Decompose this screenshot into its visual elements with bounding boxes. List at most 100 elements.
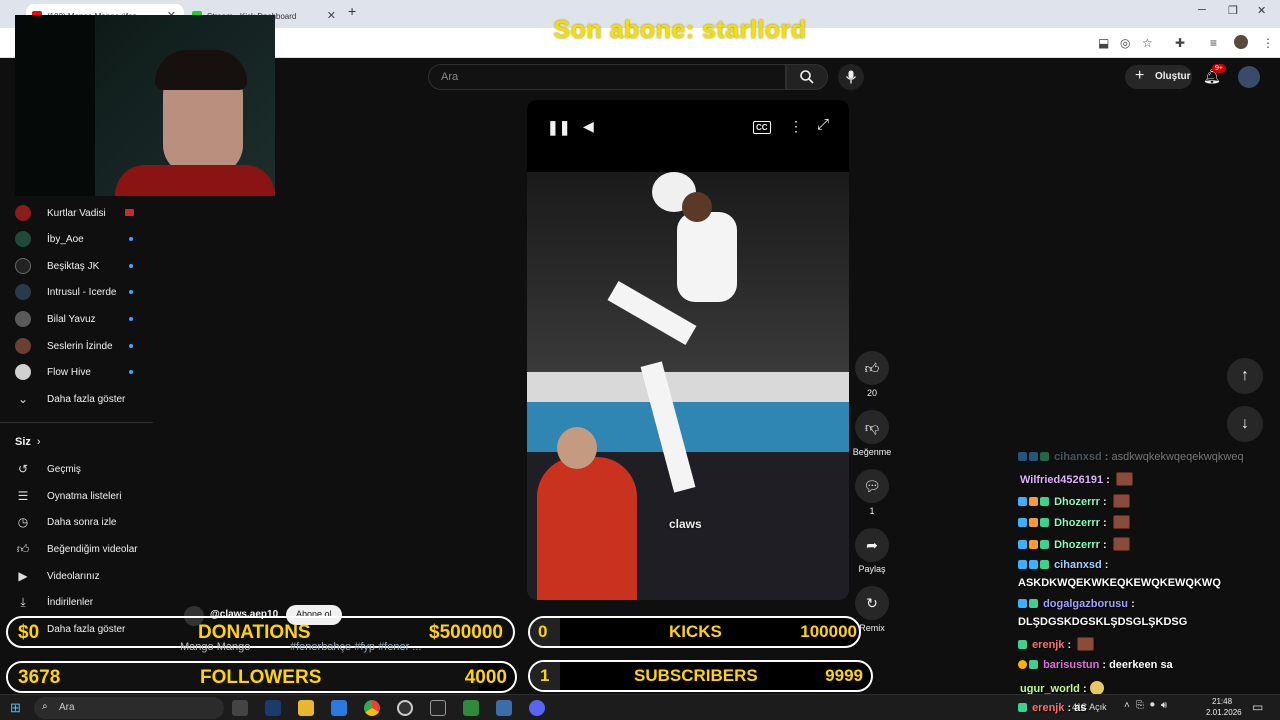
chat-username: Wilfried4526191 [1020, 474, 1104, 486]
eye-off-icon[interactable]: ◎ [1120, 36, 1130, 50]
discord-icon[interactable] [529, 700, 545, 716]
subscribers-label: SUBSCRIBERS [634, 666, 758, 685]
profile-avatar[interactable] [1234, 35, 1248, 49]
sidebar-channel-intrusul[interactable]: Intrusul - Icerde [15, 282, 145, 302]
chat-message: barisustun : deerkeen sa [1018, 659, 1173, 671]
search-input[interactable]: Ara [428, 64, 786, 90]
task-view-icon[interactable] [232, 700, 248, 716]
notifications-button[interactable]: 🔔︎ 9+ [1200, 64, 1226, 88]
notification-center-icon[interactable]: ▭ [1252, 700, 1263, 714]
sidebar-show-more-2[interactable]: Daha fazla göster [15, 619, 145, 639]
chat-message: cihanxsd : asdkwqkekwqeqekwqkweq [1018, 451, 1244, 463]
sidebar-channel-bilal-yavuz[interactable]: Bilal Yavuz [15, 309, 145, 329]
followers-goal: 4000 [464, 667, 507, 688]
minimize-button[interactable]: ─ [1198, 4, 1206, 16]
emote-icon [1077, 637, 1095, 651]
comments-button[interactable]: 💬︎ [855, 469, 889, 503]
obs-icon[interactable] [397, 700, 413, 716]
sidebar-item-watch-later[interactable]: ◷ Daha sonra izle [15, 512, 145, 532]
more-options-icon[interactable]: ⋮ [789, 118, 803, 135]
video-frame: claws [527, 172, 849, 600]
media-icon[interactable]: ≡ [1210, 36, 1217, 50]
chevron-right-icon: › [36, 436, 41, 448]
sidebar-item-label: Beğendiğim videolar [47, 543, 138, 555]
chat-text: deerkeen sa [1109, 659, 1173, 671]
next-short-button[interactable]: ↓ [1227, 406, 1263, 442]
search-button[interactable] [786, 64, 828, 90]
chrome-icon[interactable] [364, 700, 380, 716]
arrow-down-icon: ↓ [1241, 415, 1249, 432]
sidebar-item-liked-videos[interactable]: 👍︎ Beğendiğim videolar [15, 539, 145, 559]
microphone-icon [845, 70, 857, 84]
store-icon[interactable] [331, 700, 347, 716]
dislike-button[interactable]: 👎︎ [855, 410, 889, 444]
sidebar-channel-kurtlar-vadisi[interactable]: Kurtlar Vadisi [15, 203, 145, 223]
extensions-icon[interactable]: ✚ [1175, 36, 1185, 50]
sidebar-item-your-videos[interactable]: ▶ Videolarınız [15, 566, 145, 586]
video-title: Mango Mango [180, 641, 251, 653]
sidebar-show-more[interactable]: ⌄ Daha fazla göster [15, 389, 145, 409]
video-hashtags[interactable]: #fenerbahçe #fyp #fener ... [290, 641, 421, 653]
close-window-button[interactable]: ✕ [1257, 4, 1266, 17]
chat-message: Dhozerrr : [1018, 494, 1130, 508]
fullscreen-icon[interactable]: ⤢ [817, 116, 829, 133]
taskbar-search[interactable]: ⌕ Ara [34, 697, 224, 719]
chat-username: erenjk [1032, 702, 1065, 714]
like-button[interactable]: 👍︎ [855, 351, 889, 385]
share-icon: ➦ [866, 537, 878, 553]
sidebar-you-header[interactable]: Siz › [15, 432, 145, 452]
followers-goal-bar: 3678 FOLLOWERS 4000 [6, 661, 517, 693]
subscribers-goal-bar: 1 SUBSCRIBERS 9999 [528, 660, 873, 692]
chat-badge-icon [1029, 540, 1038, 549]
app-icon-2[interactable] [496, 700, 512, 716]
sidebar-channel-iby-aoe[interactable]: İby_Aoe [15, 229, 145, 249]
account-avatar[interactable] [1238, 66, 1260, 88]
kicks-current: 0 [538, 622, 548, 641]
new-tab-button[interactable]: + [348, 3, 356, 19]
thumb-up-icon: 👍︎ [16, 541, 30, 556]
menu-dots-icon[interactable]: ⋮ [1262, 36, 1274, 50]
kicks-goal-bar: 0 KICKS 100000 [528, 616, 861, 648]
comment-icon: 💬︎ [863, 478, 881, 494]
file-explorer-icon[interactable] [298, 700, 314, 716]
close-tab-icon[interactable]: ✕ [327, 9, 336, 22]
sidebar-item-downloads[interactable]: ⤓ İndirilenler [15, 592, 145, 612]
sidebar-item-label: Oynatma listeleri [47, 490, 122, 502]
new-content-dot [129, 344, 133, 348]
followers-current: 3678 [18, 667, 61, 688]
chat-username: Dhozerrr [1054, 517, 1100, 529]
pause-icon[interactable]: ❚❚ [547, 119, 570, 136]
sidebar-item-history[interactable]: ↺ Geçmiş [15, 459, 145, 479]
show-more-label: Daha fazla göster [47, 393, 126, 405]
clock-date[interactable]: 2.01.2026 [1206, 708, 1242, 717]
app-icon[interactable] [463, 700, 479, 716]
create-button[interactable]: + Oluştur [1125, 65, 1192, 89]
previous-short-button[interactable]: ↑ [1227, 358, 1263, 394]
shorts-video-player[interactable]: claws ❚❚ ◀︎ CC ⋮ ⤢ [527, 100, 849, 600]
windows-start-icon[interactable]: ⊞ [10, 700, 21, 716]
sidebar-channel-flow-hive[interactable]: Flow Hive [15, 362, 145, 382]
clock-time[interactable]: 21:48 [1212, 697, 1232, 706]
tray-icons[interactable]: ˄⎘⏺🔊︎ [1124, 700, 1173, 711]
steam-icon[interactable] [265, 700, 281, 716]
install-icon[interactable]: ⬓ [1098, 36, 1109, 50]
chat-username: Dhozerrr [1054, 496, 1100, 508]
remix-button[interactable]: ↻ [855, 586, 889, 620]
epic-games-icon[interactable] [430, 700, 446, 716]
bookmark-star-icon[interactable]: ☆ [1142, 36, 1153, 50]
followers-label: FOLLOWERS [200, 667, 322, 688]
captions-icon[interactable]: CC [753, 121, 771, 134]
chat-message: ugur_world : [1018, 681, 1104, 695]
sidebar-item-playlists[interactable]: ☰ Oynatma listeleri [15, 486, 145, 506]
voice-search-button[interactable] [838, 64, 864, 90]
plus-icon: + [1135, 67, 1145, 84]
sidebar-channel-seslerin-izinde[interactable]: Seslerin İzinde [15, 336, 145, 356]
channel-avatar [15, 231, 31, 247]
chat-message: Dhozerrr : [1018, 537, 1130, 551]
new-content-dot [129, 264, 133, 268]
remix-label: Remix [859, 623, 885, 633]
volume-icon[interactable]: ◀︎ [583, 118, 594, 135]
share-button[interactable]: ➦ [855, 528, 889, 562]
sidebar-channel-besiktas[interactable]: Beşiktaş JK [15, 256, 145, 276]
maximize-button[interactable]: ❐ [1228, 4, 1238, 17]
